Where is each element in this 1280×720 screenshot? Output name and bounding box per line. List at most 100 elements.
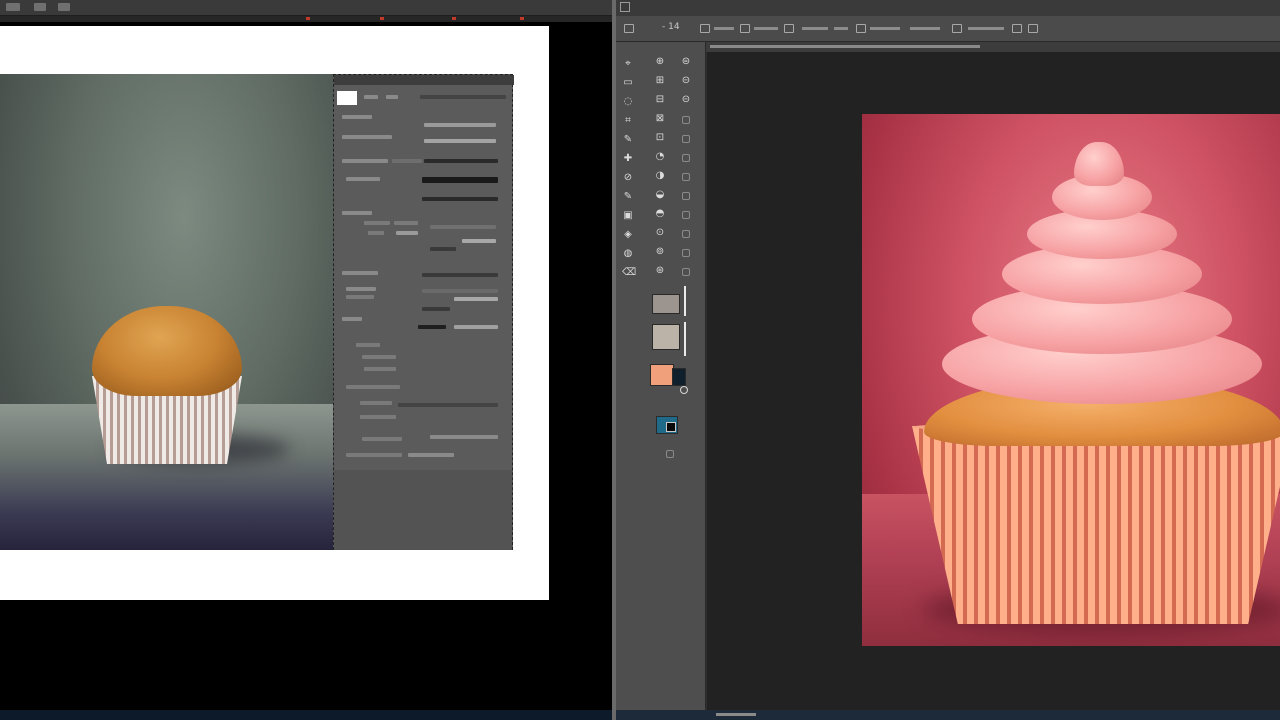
option-field[interactable] <box>396 231 418 235</box>
slider-track[interactable] <box>454 297 498 301</box>
swap-colors-icon[interactable] <box>680 386 688 394</box>
lasso-tool-icon[interactable]: ◌ <box>622 96 634 107</box>
tool-icon[interactable]: ◓ <box>654 208 666 219</box>
clone-tool-icon[interactable]: ✎ <box>622 191 634 202</box>
dark-field[interactable] <box>422 307 450 311</box>
tool-icon[interactable] <box>682 211 690 219</box>
color-preview-1[interactable] <box>652 294 680 314</box>
panel-slider[interactable] <box>684 322 686 356</box>
tool-icon[interactable]: ⊠ <box>654 113 666 124</box>
tool-icon[interactable]: ⊙ <box>654 227 666 238</box>
tool-icon[interactable]: ⊞ <box>654 75 666 86</box>
edit-toolbar-icon[interactable] <box>666 450 674 458</box>
option-icon[interactable] <box>740 24 750 33</box>
blur-tool-icon[interactable]: ⌫ <box>622 267 636 278</box>
document-tab[interactable] <box>706 42 1280 52</box>
canvas-area[interactable] <box>707 52 1280 710</box>
tool-icon[interactable]: ⊚ <box>654 246 666 257</box>
option-label <box>346 385 400 389</box>
zoom-value[interactable]: - 14 <box>662 22 680 32</box>
muffin-reference-image <box>0 74 333 550</box>
slider-track[interactable] <box>454 325 498 329</box>
tool-icon[interactable]: ◔ <box>654 151 666 162</box>
gradient-tool-icon[interactable]: ◍ <box>622 248 634 259</box>
color-swatch[interactable] <box>337 91 357 105</box>
option-field[interactable] <box>394 221 418 225</box>
photoshop-title-bar <box>616 0 1280 16</box>
crop-tool-icon[interactable]: ⌗ <box>622 115 634 126</box>
slider-track[interactable] <box>424 123 496 127</box>
tab-marker <box>520 17 524 20</box>
screen-mode-icon[interactable] <box>666 422 676 432</box>
option-field[interactable] <box>408 453 454 457</box>
document-tab-title <box>710 45 980 48</box>
dark-field[interactable] <box>430 247 456 251</box>
option-icon[interactable] <box>1012 24 1022 33</box>
option-icon[interactable] <box>784 24 794 33</box>
tool-icon[interactable]: ⊜ <box>680 56 692 67</box>
option-label <box>356 343 380 347</box>
history-brush-icon[interactable]: ▣ <box>622 210 634 221</box>
tool-icon[interactable]: ⊛ <box>654 265 666 276</box>
background-color-swatch[interactable] <box>672 368 686 386</box>
dark-field[interactable] <box>422 177 498 183</box>
dark-field[interactable] <box>418 325 446 329</box>
option-icon[interactable] <box>856 24 866 33</box>
option-field[interactable] <box>430 435 498 439</box>
tool-icon[interactable]: ◒ <box>654 189 666 200</box>
brush-tool-icon[interactable]: ⊘ <box>622 172 634 183</box>
dark-field[interactable] <box>424 159 498 163</box>
tool-icon[interactable]: ⊟ <box>654 94 666 105</box>
menu-item-2[interactable] <box>34 3 46 11</box>
marquee-tool-icon[interactable]: ▭ <box>622 77 634 88</box>
tool-icon[interactable] <box>682 230 690 238</box>
color-preview-2[interactable] <box>652 324 680 350</box>
tool-icon[interactable]: ⊕ <box>654 56 666 67</box>
slider-track[interactable] <box>462 239 496 243</box>
option-label <box>342 115 372 119</box>
dark-field[interactable] <box>422 273 498 277</box>
tools-panel: ⌖ ▭ ◌ ⌗ ✎ ✚ ⊘ ✎ ▣ ◈ ◍ ⌫ ⊕ ⊞ ⊟ ⊠ ⊡ ◔ ◑ ◒ … <box>616 42 706 712</box>
tool-icon[interactable] <box>682 192 690 200</box>
option-dash <box>870 27 900 30</box>
screen: - 14 ⌖ ▭ ◌ ⌗ ✎ ✚ ⊘ ✎ ▣ ◈ ◍ ⌫ ⊕ ⊞ ⊟ ⊠ ⊡ ◔… <box>0 0 1280 720</box>
option-field[interactable] <box>430 225 496 229</box>
slider-track[interactable] <box>398 403 498 407</box>
tool-icon[interactable]: ⊝ <box>680 94 692 105</box>
panel-slider[interactable] <box>684 286 686 316</box>
tool-icon[interactable]: ◑ <box>654 170 666 181</box>
dialog-header <box>334 75 514 85</box>
tool-icon[interactable] <box>682 249 690 257</box>
option-label <box>364 367 396 371</box>
move-tool-icon[interactable]: ⌖ <box>622 58 634 69</box>
tool-icon[interactable] <box>682 268 690 276</box>
tool-preset-icon[interactable] <box>624 24 634 33</box>
option-field[interactable] <box>422 289 498 293</box>
dark-field[interactable] <box>422 197 498 201</box>
mode-icon[interactable] <box>700 24 710 33</box>
menu-item-1[interactable] <box>6 3 20 11</box>
tool-icon[interactable] <box>682 173 690 181</box>
tool-icon[interactable]: ⊝ <box>680 75 692 86</box>
option-dash <box>968 27 1004 30</box>
tool-icon[interactable]: ⊡ <box>654 132 666 143</box>
eraser-tool-icon[interactable]: ◈ <box>622 229 634 240</box>
healing-tool-icon[interactable]: ✚ <box>622 153 634 164</box>
tab-marker <box>452 17 456 20</box>
option-field[interactable] <box>392 159 422 163</box>
option-icon[interactable] <box>1028 24 1038 33</box>
tool-icon[interactable] <box>682 154 690 162</box>
eyedropper-tool-icon[interactable]: ✎ <box>622 134 634 145</box>
tool-icon[interactable] <box>682 116 690 124</box>
photoshop-window: - 14 ⌖ ▭ ◌ ⌗ ✎ ✚ ⊘ ✎ ▣ ◈ ◍ ⌫ ⊕ ⊞ ⊟ ⊠ ⊡ ◔… <box>616 0 1280 720</box>
foreground-color-swatch[interactable] <box>650 364 674 386</box>
menu-item-3[interactable] <box>58 3 70 11</box>
cupcake-image <box>862 114 1280 646</box>
settings-dialog <box>333 74 514 550</box>
slider-track[interactable] <box>424 139 496 143</box>
option-icon[interactable] <box>952 24 962 33</box>
option-field[interactable] <box>420 95 506 99</box>
options-bar: - 14 <box>616 16 1280 42</box>
option-dash <box>802 27 828 30</box>
tool-icon[interactable] <box>682 135 690 143</box>
